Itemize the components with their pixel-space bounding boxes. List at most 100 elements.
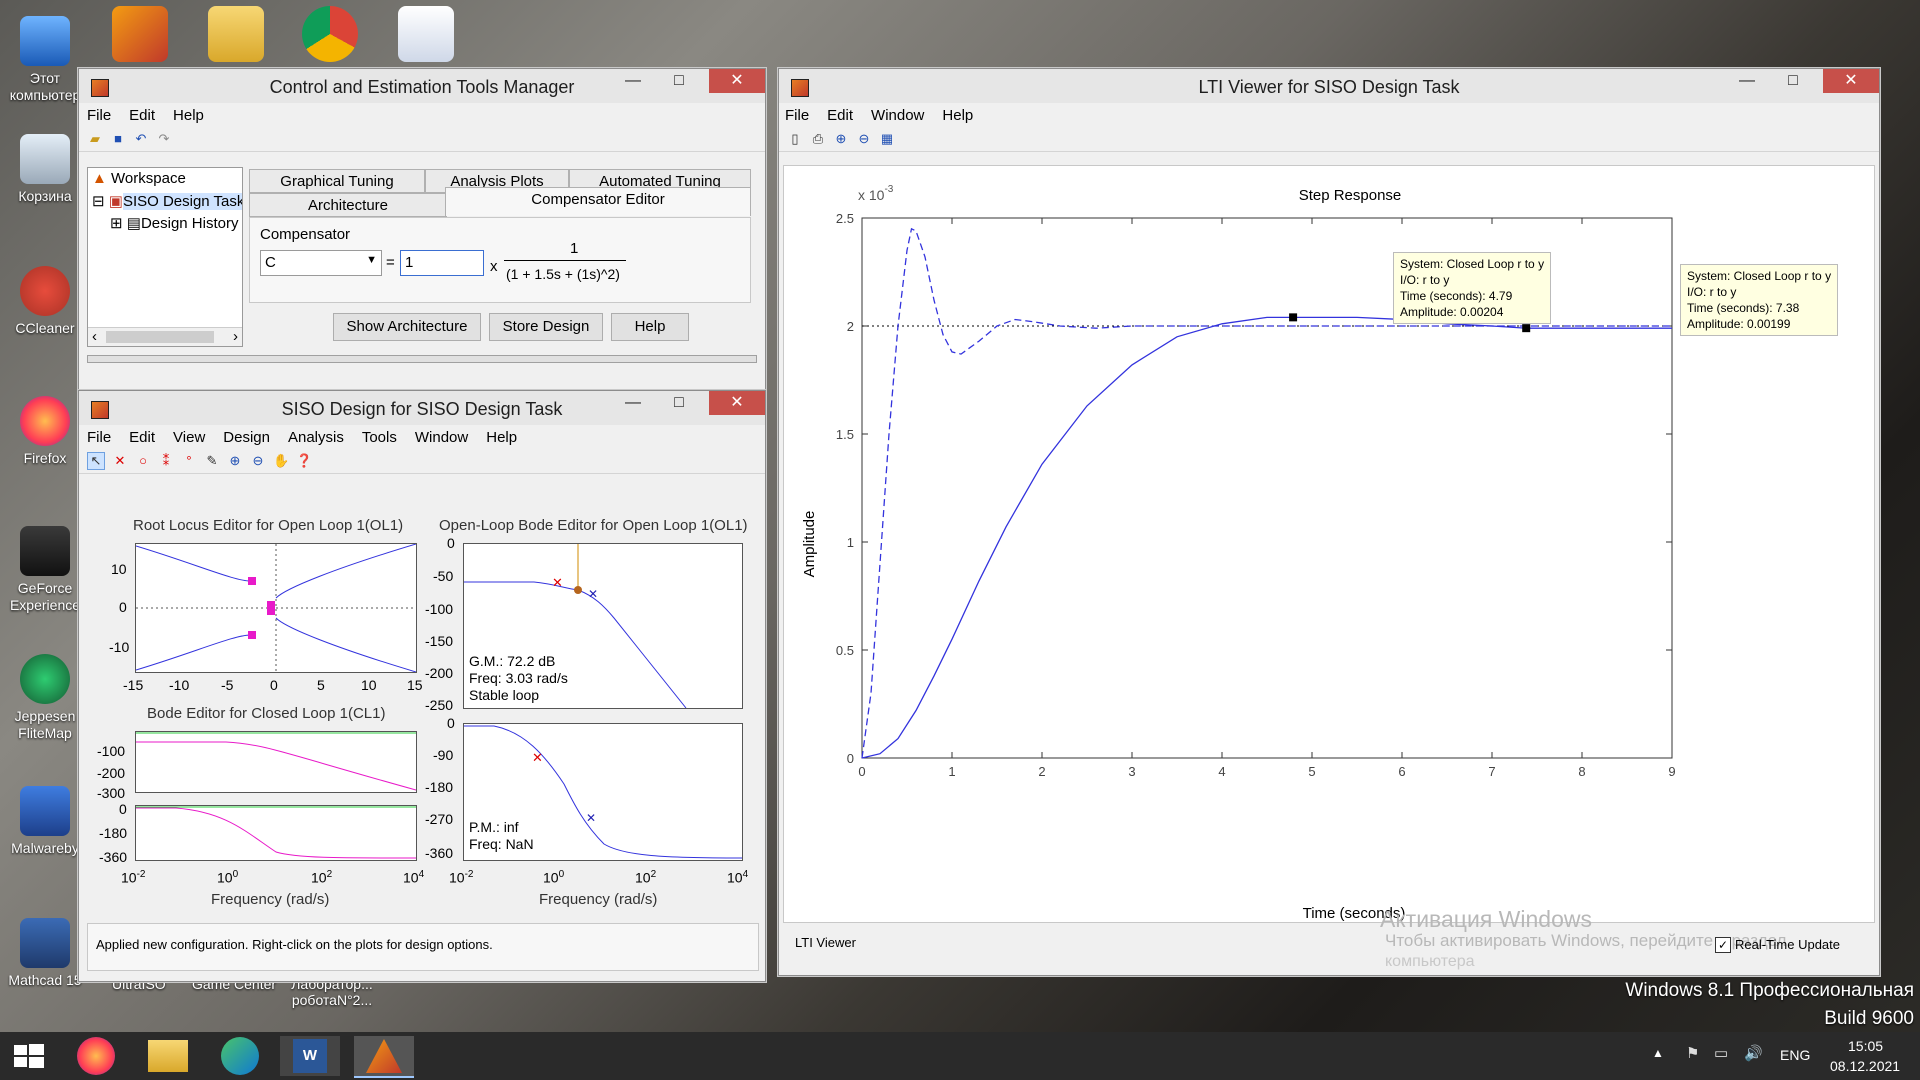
realtime-update-checkbox[interactable]: ✓ [1715, 937, 1731, 953]
rl-closed-loop-pole[interactable] [248, 631, 256, 639]
close-button[interactable]: ✕ [1823, 69, 1879, 93]
desktop-icon-firefox[interactable]: Firefox [2, 396, 88, 467]
menu-file[interactable]: File [87, 429, 111, 446]
menu-edit[interactable]: Edit [129, 429, 155, 446]
desktop-icon-recycle-bin[interactable]: Корзина [2, 134, 88, 205]
scroll-thumb[interactable] [106, 331, 214, 343]
zoom-in-icon[interactable]: ⊕ [227, 453, 243, 469]
add-pole-icon[interactable]: ✕ [112, 453, 128, 469]
scroll-right-icon[interactable]: › [233, 328, 238, 345]
minimize-button[interactable]: — [611, 69, 655, 93]
datatip-2[interactable]: System: Closed Loop r to y I/O: r to y T… [1680, 264, 1839, 336]
rl-closed-loop-pole[interactable] [248, 577, 256, 585]
tree-item-workspace[interactable]: ▲ Workspace [92, 170, 186, 187]
tab-compensator-editor[interactable]: Compensator Editor [445, 187, 751, 216]
menu-file[interactable]: File [87, 107, 111, 124]
help-button[interactable]: Help [611, 313, 689, 341]
minimize-button[interactable]: — [611, 391, 655, 415]
undo-icon[interactable]: ↶ [133, 131, 149, 147]
menu-edit[interactable]: Edit [827, 107, 853, 124]
matlab-desktop-icon[interactable] [112, 6, 168, 62]
closed-loop-bode-phase-plot[interactable] [135, 805, 417, 861]
tray-language[interactable]: ENG [1780, 1047, 1810, 1063]
lti-titlebar[interactable]: LTI Viewer for SISO Design Task — □ ✕ [779, 69, 1879, 103]
add-complex-zero-icon[interactable]: ° [181, 453, 197, 469]
tree-item-siso-design-task[interactable]: ⊟ ▣SISO Design Task [92, 192, 242, 210]
add-zero-icon[interactable]: ○ [135, 453, 151, 469]
save-icon[interactable]: ■ [110, 131, 126, 147]
tray-volume-icon[interactable]: 🔊 [1744, 1044, 1763, 1062]
tree-hscrollbar[interactable]: ‹ › [88, 327, 242, 346]
minimize-button[interactable]: — [1725, 69, 1769, 93]
menu-analysis[interactable]: Analysis [288, 429, 344, 446]
tab-graphical-tuning[interactable]: Graphical Tuning [249, 169, 425, 193]
maximize-button[interactable]: □ [657, 391, 701, 415]
desktop-icon-this-pc[interactable]: Этот компьютер [2, 16, 88, 104]
tab-architecture[interactable]: Architecture [249, 193, 447, 217]
desktop-icon-geforce[interactable]: GeForce Experience [2, 526, 88, 614]
root-locus-plot[interactable] [135, 543, 417, 673]
menu-window[interactable]: Window [415, 429, 468, 446]
pan-icon[interactable]: ✋ [273, 453, 289, 469]
menu-help[interactable]: Help [173, 107, 204, 124]
menu-help[interactable]: Help [486, 429, 517, 446]
open-folder-icon[interactable]: ▰ [87, 131, 103, 147]
tray-time[interactable]: 15:05 [1848, 1038, 1883, 1054]
desktop-icon-malwarebytes[interactable]: Malwareby [2, 786, 88, 857]
gain-margin-marker[interactable] [574, 586, 582, 594]
show-architecture-button[interactable]: Show Architecture [333, 313, 481, 341]
zoom-in-icon[interactable]: ⊕ [833, 131, 849, 147]
taskbar-explorer[interactable] [138, 1036, 198, 1076]
new-file-icon[interactable]: ▯ [787, 131, 803, 147]
help-pointer-icon[interactable]: ❓ [296, 453, 312, 469]
menu-tools[interactable]: Tools [362, 429, 397, 446]
datatip-1[interactable]: System: Closed Loop r to y I/O: r to y T… [1393, 252, 1552, 324]
print-icon[interactable]: ⎙ [810, 131, 826, 147]
desktop-icon-ccleaner[interactable]: CCleaner [2, 266, 88, 337]
olb-pole-marker[interactable]: ✕ [588, 587, 598, 601]
taskbar-firefox[interactable] [66, 1036, 126, 1076]
start-button[interactable] [0, 1036, 58, 1076]
menu-edit[interactable]: Edit [129, 107, 155, 124]
taskbar-edge[interactable] [210, 1036, 270, 1076]
taskbar-word[interactable]: W [280, 1036, 340, 1076]
tree-item-design-history[interactable]: ⊞ ▤Design History [110, 214, 238, 232]
tray-chevron-icon[interactable]: ▲ [1652, 1046, 1664, 1060]
menu-file[interactable]: File [785, 107, 809, 124]
taskbar-matlab[interactable] [354, 1036, 414, 1078]
desktop-icon-mathcad[interactable]: Mathcad 15 [2, 918, 88, 989]
pointer-icon[interactable]: ↖ [87, 452, 105, 470]
maximize-button[interactable]: □ [657, 69, 701, 93]
plot-config-icon[interactable]: ▦ [879, 131, 895, 147]
close-button[interactable]: ✕ [709, 391, 765, 415]
maximize-button[interactable]: □ [1771, 69, 1815, 93]
chrome-desktop-icon[interactable] [302, 6, 358, 62]
scroll-left-icon[interactable]: ‹ [92, 328, 97, 345]
siso-titlebar[interactable]: SISO Design for SISO Design Task — □ ✕ [79, 391, 765, 425]
closed-loop-bode-mag-plot[interactable] [135, 731, 417, 793]
word-desktop-icon[interactable] [398, 6, 454, 62]
store-design-button[interactable]: Store Design [489, 313, 603, 341]
menu-design[interactable]: Design [223, 429, 270, 446]
olb-pole-marker[interactable]: ✕ [532, 750, 543, 765]
desktop-icon-jeppesen[interactable]: Jeppesen FliteMap [2, 654, 88, 742]
menu-view[interactable]: View [173, 429, 205, 446]
gain-input[interactable]: 1 [400, 250, 484, 276]
folder-desktop-icon[interactable] [208, 6, 264, 62]
menu-help[interactable]: Help [942, 107, 973, 124]
eraser-icon[interactable]: ✎ [204, 453, 220, 469]
close-button[interactable]: ✕ [709, 69, 765, 93]
menu-window[interactable]: Window [871, 107, 924, 124]
olb-pole-marker[interactable]: ✕ [552, 575, 563, 590]
zoom-out-icon[interactable]: ⊖ [250, 453, 266, 469]
zoom-out-icon[interactable]: ⊖ [856, 131, 872, 147]
redo-icon[interactable]: ↷ [156, 131, 172, 147]
compensator-select[interactable]: C ▼ [260, 250, 382, 276]
tray-network-icon[interactable]: ▭ [1714, 1044, 1728, 1062]
rl-closed-loop-pole[interactable] [267, 601, 275, 615]
add-complex-pole-icon[interactable]: ⁑ [158, 453, 174, 469]
ctm-titlebar[interactable]: Control and Estimation Tools Manager — □… [79, 69, 765, 103]
olb-pole-marker[interactable]: ✕ [586, 811, 596, 825]
tray-flag-icon[interactable]: ⚑ [1686, 1044, 1699, 1062]
tray-date[interactable]: 08.12.2021 [1830, 1058, 1900, 1074]
